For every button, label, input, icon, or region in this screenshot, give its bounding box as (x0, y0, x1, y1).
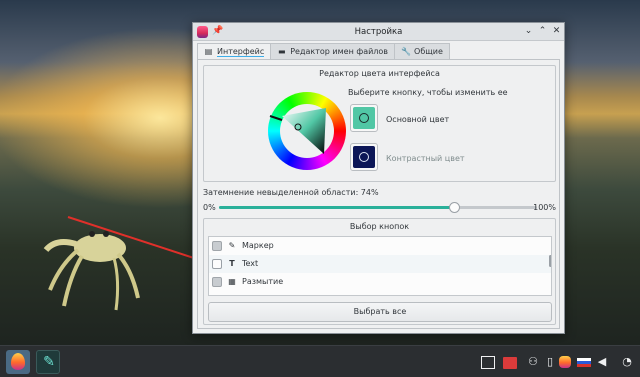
marker-icon: ✎ (228, 241, 236, 250)
dimming-label: Затемнение невыделенной области: 74% (203, 188, 379, 197)
color-editor-title: Редактор цвета интерфейса (319, 69, 440, 78)
list-scrollbar[interactable] (549, 255, 551, 267)
checkbox[interactable] (212, 241, 222, 251)
pen-icon: ✎ (43, 354, 55, 370)
tab-label: Редактор имен файлов (290, 47, 389, 56)
wifi-icon[interactable]: ◔ (619, 355, 635, 369)
folder-icon[interactable] (503, 357, 517, 369)
dimming-slider[interactable] (219, 202, 537, 213)
tab-label: Интерфейс (217, 46, 265, 57)
tab-bar: ▤ Интерфейс ▬ Редактор имен файлов 🔧 Общ… (197, 43, 450, 60)
settings-window: 📌 Настройка ⌄ ⌃ ✕ ▤ Интерфейс ▬ Редактор… (192, 22, 565, 334)
flameshot-tray-icon[interactable] (559, 356, 571, 368)
maximize-icon[interactable]: ⌃ (537, 26, 548, 37)
keyboard-layout-flag-icon[interactable] (577, 358, 591, 367)
tab-filename-editor[interactable]: ▬ Редактор имен файлов (270, 43, 396, 59)
dimming-slider-row: 0% 100% (203, 201, 556, 213)
tab-general[interactable]: 🔧 Общие (394, 43, 450, 59)
button-selection-title: Выбор кнопок (349, 222, 410, 231)
blur-icon: ▦ (228, 277, 236, 286)
close-icon[interactable]: ✕ (551, 26, 562, 37)
list-item-label: Размытие (242, 277, 284, 286)
window-title: Настройка (354, 26, 403, 37)
select-all-button[interactable]: Выбрать все (208, 302, 552, 322)
checkbox[interactable] (212, 277, 222, 287)
volume-icon[interactable]: ◀ (595, 355, 609, 369)
pin-icon[interactable]: 📌 (212, 26, 223, 37)
wrench-icon: 🔧 (401, 47, 411, 56)
list-item[interactable]: ▦ Размытие (209, 273, 551, 291)
list-item[interactable]: T Text (209, 255, 551, 273)
taskbar-flameshot-app[interactable] (6, 350, 30, 374)
color-wheel[interactable] (268, 92, 346, 170)
network-share-icon[interactable]: ⚇ (526, 355, 540, 369)
interface-icon: ▤ (204, 47, 213, 56)
main-color-button[interactable] (350, 104, 378, 132)
checkbox[interactable] (212, 259, 222, 269)
app-icon (197, 26, 208, 38)
color-pick-hint: Выберите кнопку, чтобы изменить ее (348, 88, 508, 97)
slider-max-label: 100% (533, 203, 556, 212)
interface-tab-pane: Редактор цвета интерфейса Выберите кнопк… (197, 59, 560, 329)
screen-icon[interactable] (481, 356, 495, 369)
list-item-label: Text (242, 259, 259, 268)
taskbar-editor-app[interactable]: ✎ (36, 350, 60, 374)
filename-editor-icon: ▬ (277, 47, 286, 56)
window-titlebar[interactable]: 📌 Настройка ⌄ ⌃ ✕ (193, 23, 564, 41)
contrast-color-button[interactable] (350, 143, 378, 171)
contrast-color-label: Контрастный цвет (386, 154, 465, 163)
main-color-label: Основной цвет (386, 115, 450, 124)
minimize-icon[interactable]: ⌄ (523, 26, 534, 37)
slider-min-label: 0% (203, 203, 216, 212)
tab-interface[interactable]: ▤ Интерфейс (197, 43, 272, 60)
slider-thumb[interactable] (448, 202, 460, 213)
taskbar: ✎ ⚇ ▯ ◀ ◔ (0, 345, 640, 377)
list-item[interactable]: ✎ Маркер (209, 237, 551, 255)
color-editor-group: Редактор цвета интерфейса Выберите кнопк… (203, 65, 556, 182)
button-selection-group: Выбор кнопок ✎ Маркер T Text ▦ Размытие (203, 218, 556, 325)
clipboard-icon[interactable]: ▯ (545, 355, 555, 369)
button-list[interactable]: ✎ Маркер T Text ▦ Размытие (208, 236, 552, 296)
list-item-label: Маркер (242, 241, 274, 250)
text-icon: T (229, 259, 235, 268)
flame-icon (11, 353, 25, 370)
tab-label: Общие (414, 47, 443, 56)
